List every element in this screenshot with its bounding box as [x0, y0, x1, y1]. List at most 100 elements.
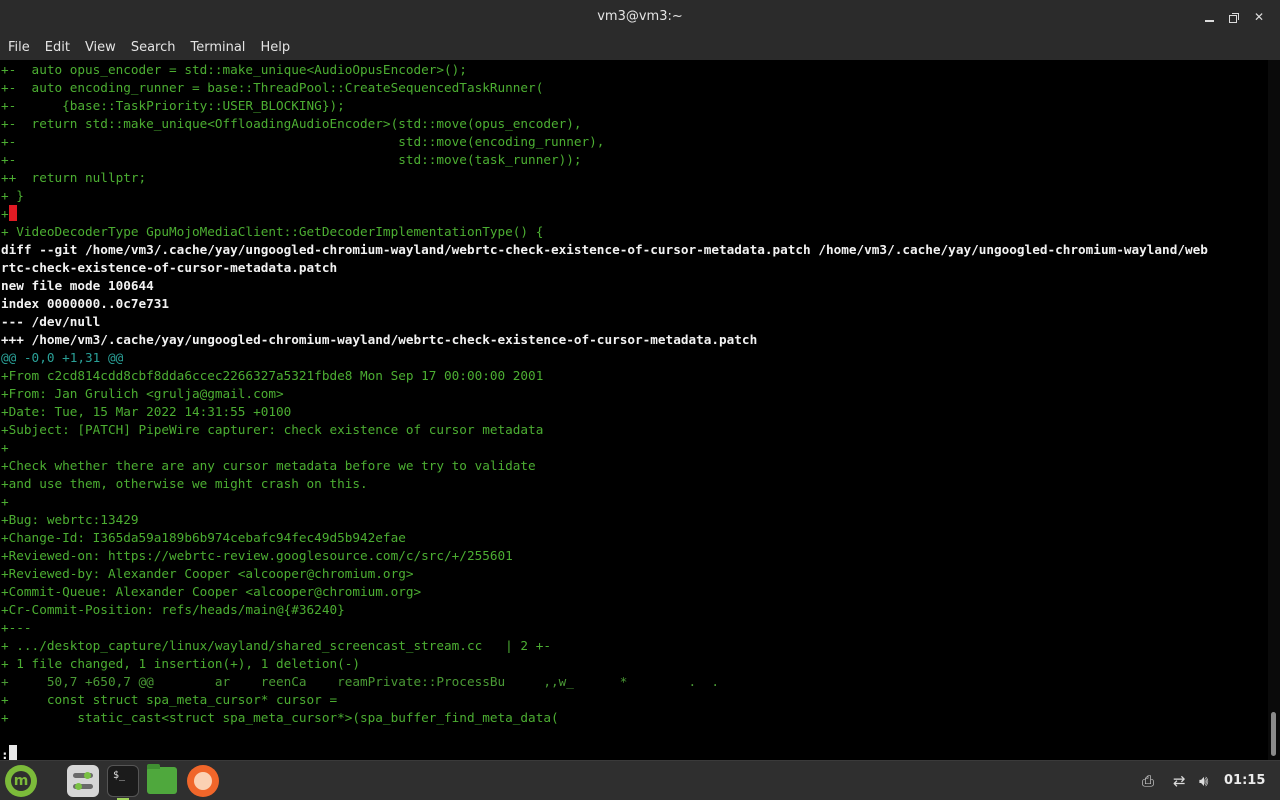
terminal-line: +Reviewed-by: Alexander Cooper <alcooper…	[1, 565, 413, 583]
terminal-line: +Date: Tue, 15 Mar 2022 14:31:55 +0100	[1, 403, 291, 421]
terminal-line: diff --git /home/vm3/.cache/yay/ungoogle…	[1, 241, 1208, 259]
text-cursor	[8, 745, 17, 760]
maximize-icon[interactable]	[1224, 7, 1244, 27]
window-title: vm3@vm3:~	[597, 9, 683, 24]
terminal-line: + 50,7 +650,7 @@ ar reenCa reamPrivate::…	[1, 673, 719, 691]
menu-edit[interactable]: Edit	[45, 40, 70, 55]
terminal-line: +- std::move(encoding_runner),	[1, 133, 604, 151]
terminal-line-text: index 0000000..0c7e731	[1, 296, 170, 311]
files-icon[interactable]	[147, 764, 177, 794]
printer-icon[interactable]: ⎙	[1142, 771, 1154, 791]
terminal-line: +	[1, 493, 9, 511]
terminal-line-text: +	[1, 494, 9, 509]
system-settings-icon[interactable]	[67, 765, 99, 797]
terminal-line-text: --- /dev/null	[1, 314, 101, 329]
terminal-line-text: +- return std::make_unique<OffloadingAud…	[1, 116, 582, 131]
terminal-line: + 1 file changed, 1 insertion(+), 1 dele…	[1, 655, 360, 673]
terminal-line-text: +- auto opus_encoder = std::make_unique<…	[1, 62, 467, 77]
taskbar: m $_ ⎙ ⇄ 🔊︎ 01:15	[0, 760, 1280, 800]
terminal-line-text: +- auto encoding_runner = base::ThreadPo…	[1, 80, 544, 95]
terminal-line-text: +	[1, 206, 9, 221]
terminal-line-text: +and use them, otherwise we might crash …	[1, 476, 368, 491]
terminal-line-text: +- std::move(task_runner));	[1, 152, 582, 167]
terminal-line-text: +Subject: [PATCH] PipeWire capturer: che…	[1, 422, 544, 437]
terminal-line: +Change-Id: I365da59a189b6b974cebafc94fe…	[1, 529, 406, 547]
terminal-line: --- /dev/null	[1, 313, 100, 331]
title-bar: vm3@vm3:~ ✕	[0, 0, 1280, 34]
terminal-line-text: diff --git /home/vm3/.cache/yay/ungoogle…	[1, 242, 1208, 257]
volume-icon[interactable]: 🔊︎	[1199, 771, 1208, 791]
terminal-line-text: +	[1, 440, 9, 455]
terminal-line-text: + static_cast<struct spa_meta_cursor*>(s…	[1, 710, 559, 725]
minimize-icon[interactable]	[1199, 7, 1219, 27]
terminal-line: +---	[1, 619, 32, 637]
terminal-line-text: +Bug: webrtc:13429	[1, 512, 139, 527]
terminal-line-text: +From c2cd814cdd8cbf8dda6ccec2266327a532…	[1, 368, 544, 383]
menu-help[interactable]: Help	[260, 40, 290, 55]
terminal-line: + VideoDecoderType GpuMojoMediaClient::G…	[1, 223, 543, 241]
terminal-line-text: +---	[1, 620, 32, 635]
terminal-line-text: :	[1, 747, 9, 760]
terminal-line-text: +- {base::TaskPriority::USER_BLOCKING});	[1, 98, 345, 113]
network-icon[interactable]: ⇄	[1173, 771, 1186, 791]
terminal-icon[interactable]: $_	[107, 765, 139, 797]
terminal-line-text: + }	[1, 188, 24, 203]
terminal-line: + }	[1, 187, 24, 205]
close-icon[interactable]: ✕	[1249, 7, 1269, 27]
terminal-line: index 0000000..0c7e731	[1, 295, 169, 313]
terminal-line: +- auto encoding_runner = base::ThreadPo…	[1, 79, 543, 97]
terminal-line-text: +Cr-Commit-Position: refs/heads/main@{#3…	[1, 602, 345, 617]
menu-search[interactable]: Search	[131, 40, 176, 55]
terminal-line: +Reviewed-on: https://webrtc-review.goog…	[1, 547, 513, 565]
terminal-line-text: +Reviewed-by: Alexander Cooper <alcooper…	[1, 566, 414, 581]
menu-terminal[interactable]: Terminal	[190, 40, 245, 55]
terminal-line-text: rtc-check-existence-of-cursor-metadata.p…	[1, 260, 338, 275]
terminal-line: + const struct spa_meta_cursor* cursor =	[1, 691, 337, 709]
terminal-line: +Cr-Commit-Position: refs/heads/main@{#3…	[1, 601, 345, 619]
terminal-line-text: ++ return nullptr;	[1, 170, 147, 185]
terminal-line-text: +From: Jan Grulich <grulja@gmail.com>	[1, 386, 284, 401]
terminal-line-text: +Commit-Queue: Alexander Cooper <alcoope…	[1, 584, 422, 599]
terminal-line: +++ /home/vm3/.cache/yay/ungoogled-chrom…	[1, 331, 757, 349]
terminal-line: :	[1, 745, 17, 760]
terminal-line-text: + const struct spa_meta_cursor* cursor =	[1, 692, 338, 707]
terminal-line-text: +Change-Id: I365da59a189b6b974cebafc94fe…	[1, 530, 406, 545]
terminal-line-text: + .../desktop_capture/linux/wayland/shar…	[1, 638, 551, 653]
terminal-line: rtc-check-existence-of-cursor-metadata.p…	[1, 259, 337, 277]
terminal-line: +- return std::make_unique<OffloadingAud…	[1, 115, 582, 133]
terminal-line-text: + 50,7 +650,7 @@ ar reenCa reamPrivate::…	[1, 674, 720, 689]
terminal-line: +- auto opus_encoder = std::make_unique<…	[1, 61, 467, 79]
terminal-line: +Commit-Queue: Alexander Cooper <alcoope…	[1, 583, 421, 601]
terminal-line-text: +Date: Tue, 15 Mar 2022 14:31:55 +0100	[1, 404, 292, 419]
terminal-line-text: @@ -0,0 +1,31 @@	[1, 350, 124, 365]
terminal-line-text: +- std::move(encoding_runner),	[1, 134, 605, 149]
menu-file[interactable]: File	[8, 40, 30, 55]
terminal-line: +	[1, 205, 17, 223]
terminal-line-text: + 1 file changed, 1 insertion(+), 1 dele…	[1, 656, 361, 671]
terminal-line: +From c2cd814cdd8cbf8dda6ccec2266327a532…	[1, 367, 543, 385]
terminal-line: + .../desktop_capture/linux/wayland/shar…	[1, 637, 551, 655]
terminal-line: @@ -0,0 +1,31 @@	[1, 349, 123, 367]
terminal-line-text: + VideoDecoderType GpuMojoMediaClient::G…	[1, 224, 544, 239]
mint-menu-icon[interactable]: m	[5, 765, 37, 797]
terminal-line-text: +Check whether there are any cursor meta…	[1, 458, 536, 473]
scrollbar-thumb[interactable]	[1271, 712, 1276, 756]
terminal-line: +- {base::TaskPriority::USER_BLOCKING});	[1, 97, 345, 115]
terminal-line: new file mode 100644	[1, 277, 154, 295]
terminal-line: ++ return nullptr;	[1, 169, 146, 187]
terminal-scrollbar[interactable]	[1268, 60, 1280, 760]
terminal-output[interactable]: +- auto opus_encoder = std::make_unique<…	[0, 60, 1268, 760]
terminal-line-text: new file mode 100644	[1, 278, 154, 293]
terminal-line: +	[1, 439, 9, 457]
terminal-line: +- std::move(task_runner));	[1, 151, 582, 169]
terminal-line-text: +Reviewed-on: https://webrtc-review.goog…	[1, 548, 513, 563]
terminal-line: + static_cast<struct spa_meta_cursor*>(s…	[1, 709, 559, 727]
firefox-icon[interactable]	[187, 765, 219, 797]
terminal-line: +Subject: [PATCH] PipeWire capturer: che…	[1, 421, 543, 439]
terminal-line: +Check whether there are any cursor meta…	[1, 457, 536, 475]
terminal-line: +Bug: webrtc:13429	[1, 511, 139, 529]
menu-bar: File Edit View Search Terminal Help	[0, 34, 1280, 60]
text-cursor	[8, 205, 17, 221]
menu-view[interactable]: View	[85, 40, 116, 55]
clock[interactable]: 01:15	[1224, 761, 1265, 800]
